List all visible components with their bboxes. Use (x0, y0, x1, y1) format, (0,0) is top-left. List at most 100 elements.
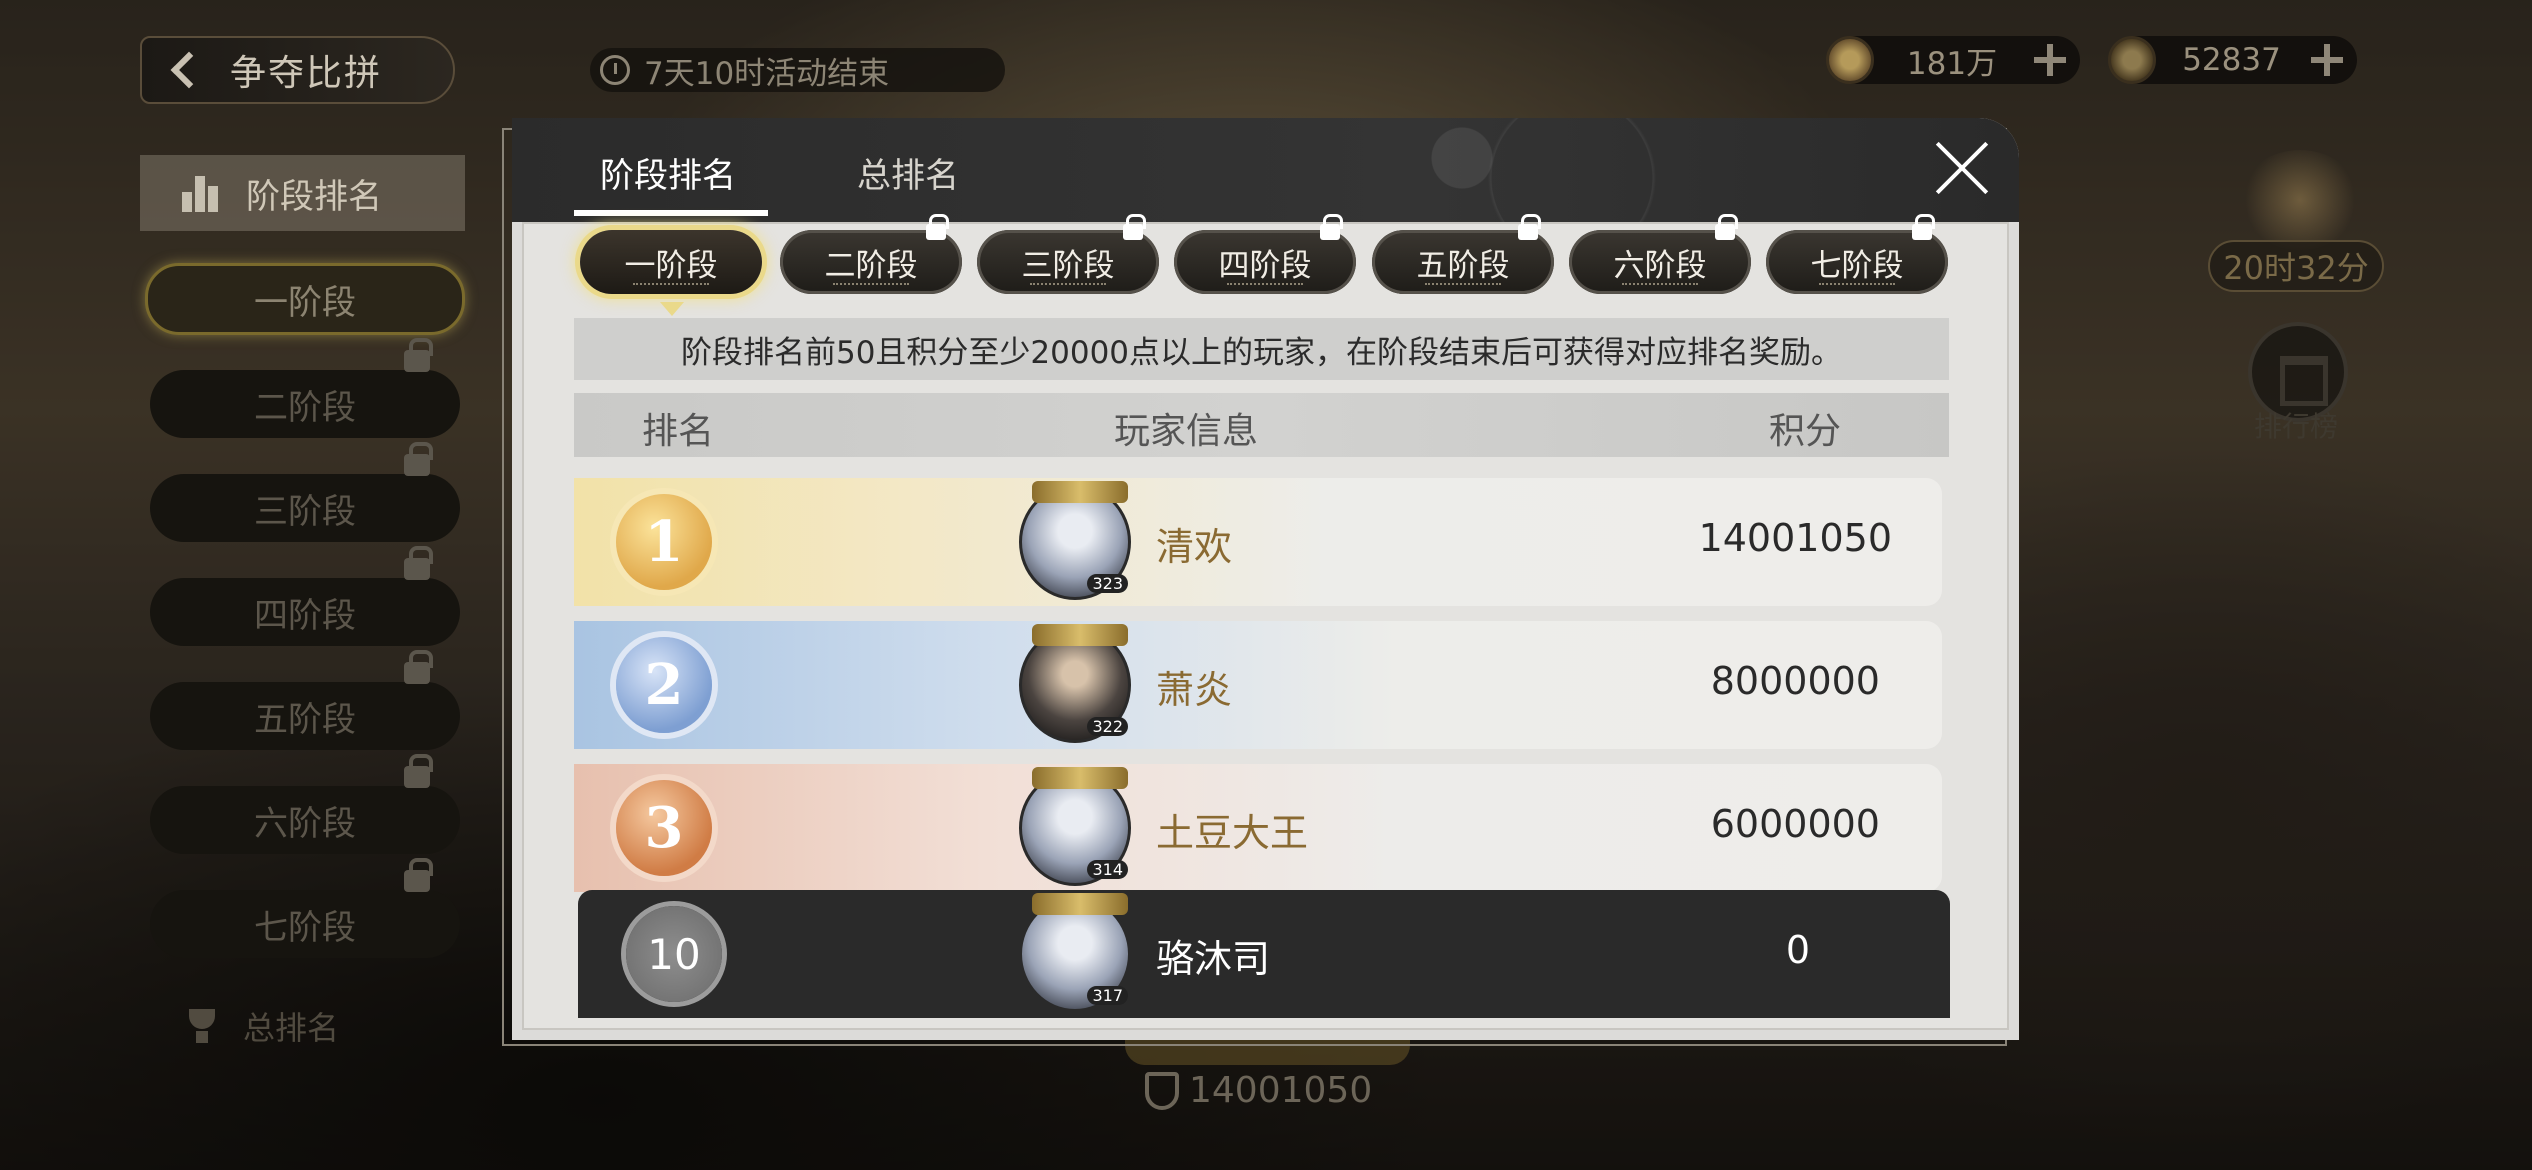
column-player-info: 玩家信息 (1114, 411, 1259, 452)
coin-value: 181万 (1906, 45, 1998, 82)
sidebar-item-label: 六阶段 (254, 803, 356, 844)
sidebar-item-stage-5[interactable]: 五阶段 (150, 650, 460, 750)
event-timer-text: 7天10时活动结束 (644, 55, 890, 92)
sidebar-head-stage-ranking[interactable]: 阶段排名 (140, 155, 465, 231)
event-timer: 7天10时活动结束 (590, 48, 1005, 92)
lock-icon (1320, 214, 1343, 240)
player-avatar[interactable]: 314 (1019, 767, 1131, 886)
stage-tab-4[interactable]: 四阶段 (1174, 214, 1356, 294)
trophy-icon (185, 1009, 219, 1043)
title-badge (1032, 481, 1128, 503)
chest-timer: 20时32分 (2208, 240, 2384, 292)
player-score: 8000000 (1710, 659, 1880, 703)
lock-icon (404, 546, 433, 580)
sidebar-item-label: 二阶段 (254, 387, 356, 428)
currency-coins: 181万 (1826, 36, 2080, 84)
lock-icon (1518, 214, 1541, 240)
sidebar-item-total-ranking[interactable]: 总排名 (185, 1003, 339, 1049)
lock-icon (926, 214, 949, 240)
rank-medal-bronze: 3 (616, 780, 712, 876)
active-tab-underline (574, 210, 768, 216)
shield-icon (1145, 1071, 1179, 1110)
lock-icon (1123, 214, 1146, 240)
sidebar-item-stage-7[interactable]: 七阶段 (150, 858, 460, 958)
player-name: 土豆大王 (1156, 811, 1309, 855)
player-level: 317 (1087, 986, 1128, 1005)
player-avatar[interactable]: 317 (1019, 893, 1131, 1012)
clock-icon (600, 55, 630, 85)
sidebar-item-stage-1[interactable]: 一阶段 (145, 263, 465, 335)
currency-tokens: 52837 (2108, 36, 2357, 84)
add-coin-plus-icon[interactable] (2030, 40, 2070, 80)
tab-total-ranking[interactable]: 总排名 (857, 148, 959, 197)
lock-icon (404, 754, 433, 788)
coin-icon (1826, 36, 1874, 84)
player-level: 323 (1087, 574, 1128, 593)
modal-header: 阶段排名 总排名 (512, 118, 2019, 222)
column-score: 积分 (1769, 411, 1842, 452)
bottom-score: 14001050 (1145, 1070, 1372, 1111)
stage-tab-label: 一阶段 (624, 247, 718, 284)
table-row[interactable]: 1 323 清欢 14001050 (574, 478, 1942, 606)
column-rank: 排名 (642, 411, 715, 452)
token-icon (2108, 36, 2156, 84)
back-button[interactable]: 争夺比拼 (140, 36, 455, 104)
page-title: 争夺比拼 (230, 53, 383, 94)
stage-tab-label: 四阶段 (1218, 247, 1312, 284)
stage-tab-1[interactable]: 一阶段 (580, 230, 762, 316)
player-avatar[interactable]: 323 (1019, 481, 1131, 600)
player-score: 0 (1785, 928, 1810, 972)
stage-tab-5[interactable]: 五阶段 (1372, 214, 1554, 294)
sidebar-item-stage-2[interactable]: 二阶段 (150, 338, 460, 438)
stage-tab-6[interactable]: 六阶段 (1569, 214, 1751, 294)
sidebar-item-label: 三阶段 (254, 491, 356, 532)
stage-tab-3[interactable]: 三阶段 (977, 214, 1159, 294)
stage-tab-7[interactable]: 七阶段 (1766, 214, 1948, 294)
leaderboard-label: 排行榜 (2254, 410, 2339, 443)
stage-tab-label: 三阶段 (1021, 247, 1115, 284)
sidebar-total-label: 总排名 (243, 1009, 340, 1047)
player-level: 322 (1087, 717, 1128, 736)
title-badge (1032, 767, 1128, 789)
lock-icon (404, 442, 433, 476)
lock-icon (404, 650, 433, 684)
player-name: 骆沐司 (1156, 937, 1271, 981)
stage-tab-label: 六阶段 (1613, 247, 1707, 284)
tab-stage-ranking[interactable]: 阶段排名 (600, 148, 736, 197)
lock-icon (1715, 214, 1738, 240)
sidebar-item-label: 五阶段 (254, 699, 356, 740)
rank-medal-gold: 1 (616, 494, 712, 590)
player-name: 清欢 (1156, 525, 1233, 569)
title-badge (1032, 624, 1128, 646)
bar-chart-icon (182, 174, 218, 212)
treasure-chest-icon[interactable] (2240, 150, 2360, 250)
rank-medal-silver: 2 (616, 637, 712, 733)
table-row[interactable]: 2 322 萧炎 8000000 (574, 621, 1942, 749)
table-row[interactable]: 3 314 土豆大王 6000000 (574, 764, 1942, 892)
lock-icon (1912, 214, 1935, 240)
sidebar-item-label: 四阶段 (254, 595, 356, 636)
player-score: 6000000 (1710, 802, 1880, 846)
sidebar-item-stage-3[interactable]: 三阶段 (150, 442, 460, 542)
stage-tab-label: 七阶段 (1810, 247, 1904, 284)
add-token-plus-icon[interactable] (2307, 40, 2347, 80)
self-rank-row[interactable]: 10 317 骆沐司 0 (578, 890, 1950, 1018)
stage-tab-label: 五阶段 (1416, 247, 1510, 284)
token-value: 52837 (2182, 42, 2281, 78)
table-header: 排名 玩家信息 积分 (574, 393, 1949, 457)
stage-tab-2[interactable]: 二阶段 (780, 214, 962, 294)
sidebar-item-label: 七阶段 (254, 907, 356, 948)
rank-badge: 10 (626, 906, 722, 1002)
sidebar-item-stage-6[interactable]: 六阶段 (150, 754, 460, 854)
lock-icon (404, 858, 433, 892)
close-icon[interactable] (1933, 140, 1989, 196)
bottom-score-value: 14001050 (1189, 1070, 1373, 1111)
player-level: 314 (1087, 860, 1128, 879)
sidebar-head-label: 阶段排名 (246, 176, 382, 217)
back-chevron-icon (170, 51, 208, 89)
player-name: 萧炎 (1156, 668, 1233, 712)
sidebar-item-label: 一阶段 (254, 282, 356, 323)
sidebar-item-stage-4[interactable]: 四阶段 (150, 546, 460, 646)
player-score: 14001050 (1698, 516, 1892, 560)
player-avatar[interactable]: 322 (1019, 624, 1131, 743)
